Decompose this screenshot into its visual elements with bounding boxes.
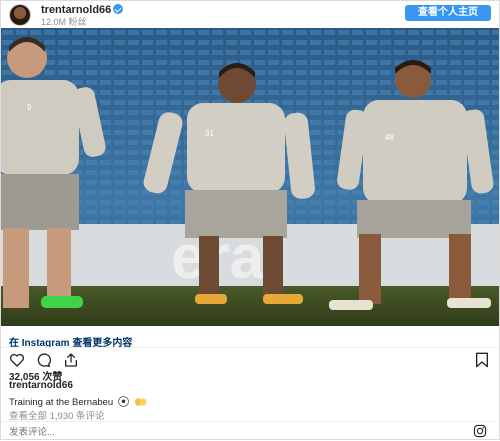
instagram-glyph-icon[interactable] <box>473 424 487 438</box>
divider <box>1 421 499 422</box>
player-number-left: 9 <box>27 103 32 112</box>
comment-input[interactable] <box>9 426 449 438</box>
follower-count: 12.0M 粉丝 <box>41 17 87 27</box>
instagram-embed-card: trentarnold66 12.0M 粉丝 查看个人主页 9 31 48 在 … <box>0 0 500 440</box>
football-emoji-icon <box>118 396 129 410</box>
view-all-comments-link[interactable]: 查看全部 1,930 条评论 <box>9 408 105 422</box>
bookmark-icon[interactable] <box>475 352 489 368</box>
verified-badge-icon <box>113 4 124 14</box>
caption-username[interactable]: trentarnold66 <box>9 380 73 391</box>
share-icon[interactable] <box>63 352 79 368</box>
player-number-right: 48 <box>385 133 394 142</box>
training-photo-illustration: era 9 <box>1 28 499 326</box>
comment-icon[interactable] <box>35 352 52 368</box>
post-photo[interactable]: era 9 <box>1 28 499 326</box>
heart-icon[interactable] <box>9 352 25 368</box>
avatar[interactable] <box>9 4 31 26</box>
post-header: trentarnold66 12.0M 粉丝 查看个人主页 <box>1 1 499 27</box>
divider <box>1 347 499 348</box>
view-profile-button[interactable]: 查看个人主页 <box>405 5 491 21</box>
caption-text: Training at the Bernabeu <box>9 397 114 408</box>
clapping-hands-emoji-icon <box>134 396 148 410</box>
player-number-middle: 31 <box>205 129 214 138</box>
